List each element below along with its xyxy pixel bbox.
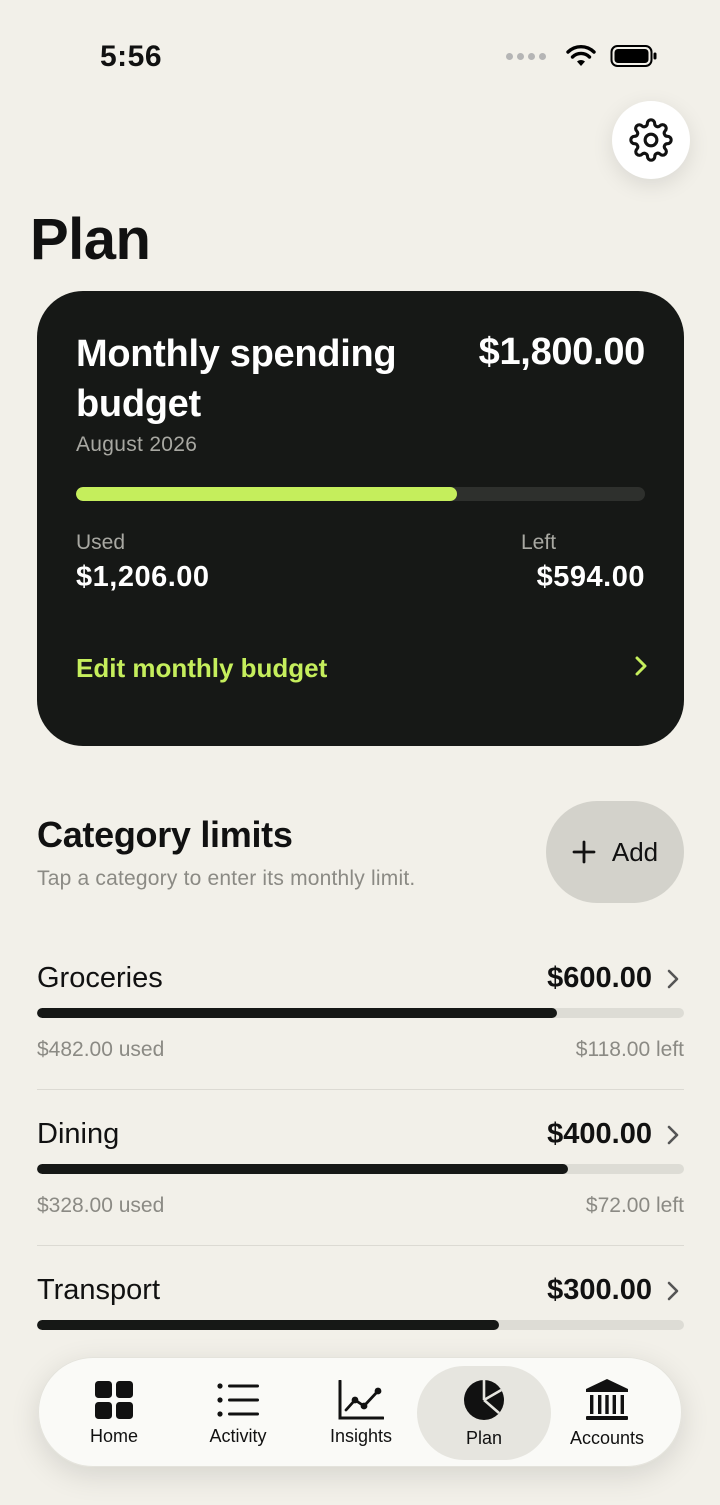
add-label: Add (611, 836, 659, 867)
tab-label: Plan (465, 1427, 503, 1448)
battery-icon (610, 45, 657, 67)
left-value: $594.00 (536, 561, 645, 593)
category-row-groceries[interactable]: Groceries $600.00 $482.00 used $118.00 l… (37, 962, 684, 1118)
category-progress-bar (37, 1320, 684, 1330)
chevron-right-icon (667, 1125, 679, 1145)
bank-icon (586, 1378, 628, 1420)
list-icon (217, 1382, 259, 1417)
tab-home[interactable]: Home (55, 1366, 173, 1460)
tab-plan[interactable]: Plan (417, 1366, 551, 1460)
chevron-right-icon[interactable] (634, 655, 648, 677)
category-progress-fill (37, 1008, 557, 1018)
category-left: $118.00 left (575, 1038, 684, 1061)
add-category-button[interactable]: Add (546, 801, 684, 903)
category-limits-subtitle: Tap a category to enter its monthly limi… (37, 867, 416, 890)
budget-progress-bar (76, 487, 645, 501)
divider (37, 1245, 684, 1246)
category-row-dining[interactable]: Dining $400.00 $328.00 used $72.00 left (37, 1118, 684, 1274)
category-limit: $400.00 (547, 1118, 652, 1150)
plus-icon (572, 840, 596, 864)
category-left: $72.00 left (585, 1194, 684, 1217)
page-title: Plan (30, 207, 151, 272)
category-name: Groceries (37, 962, 163, 994)
divider (37, 1089, 684, 1090)
grid-icon (95, 1380, 133, 1419)
tab-label: Insights (329, 1425, 393, 1446)
chart-icon (338, 1379, 384, 1419)
status-time: 5:56 (100, 40, 163, 73)
category-name: Transport (37, 1274, 161, 1306)
monthly-budget-card: Monthly spending budget $1,800.00 August… (37, 291, 684, 746)
pie-icon (464, 1379, 504, 1420)
category-progress-fill (37, 1164, 568, 1174)
tab-insights[interactable]: Insights (301, 1366, 421, 1460)
category-name: Dining (37, 1118, 120, 1150)
gear-icon (629, 118, 673, 162)
category-used: $328.00 used (37, 1194, 165, 1217)
chevron-right-icon (667, 1281, 679, 1301)
category-limit: $600.00 (547, 962, 652, 994)
category-limits-title: Category limits (37, 814, 293, 855)
edit-monthly-budget-link[interactable]: Edit monthly budget (76, 653, 327, 684)
budget-progress-fill (76, 487, 458, 501)
tab-activity[interactable]: Activity (179, 1366, 297, 1460)
status-bar: 5:56 (0, 0, 720, 110)
left-label: Left (521, 531, 557, 554)
tab-label: Activity (209, 1425, 267, 1446)
tab-label: Home (89, 1425, 138, 1446)
settings-button[interactable] (612, 101, 690, 179)
used-value: $1,206.00 (76, 561, 210, 593)
chevron-right-icon (667, 969, 679, 989)
category-used: $482.00 used (37, 1038, 165, 1061)
signal-dots-icon (506, 52, 546, 60)
tab-bar: Home Activity Insights Plan Accounts (38, 1357, 682, 1467)
status-icons (506, 44, 658, 68)
used-label: Used (76, 531, 126, 554)
tab-label: Accounts (569, 1427, 645, 1448)
category-progress-bar (37, 1164, 684, 1174)
category-progress-fill (37, 1320, 499, 1330)
category-progress-bar (37, 1008, 684, 1018)
budget-title: Monthly spending budget (76, 333, 397, 425)
wifi-icon (566, 45, 596, 66)
budget-month: August 2026 (76, 433, 198, 456)
category-limit: $300.00 (547, 1274, 652, 1306)
budget-amount: $1,800.00 (478, 331, 646, 373)
tab-accounts[interactable]: Accounts (547, 1366, 667, 1460)
